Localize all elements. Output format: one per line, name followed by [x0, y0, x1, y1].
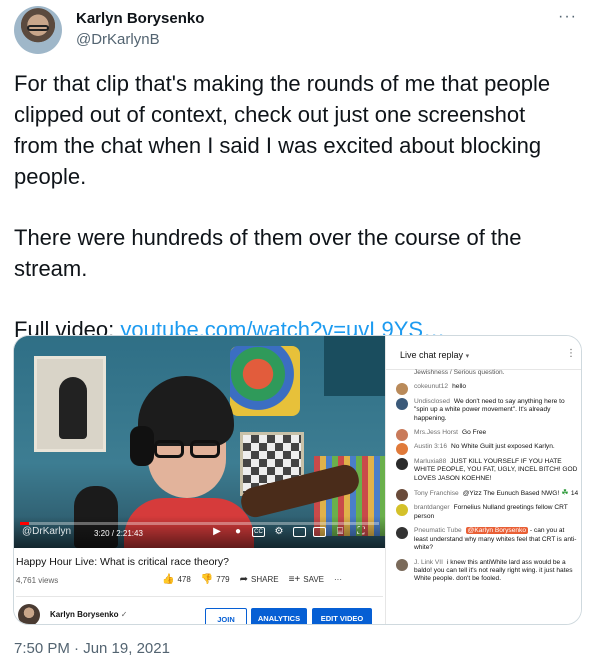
chat-avatar[interactable] [396, 558, 408, 571]
thumbs-up-icon: 👍 [162, 574, 175, 585]
chat-text: Go Free [461, 429, 487, 437]
miniplayer-icon[interactable] [293, 527, 306, 537]
chat-title[interactable]: Live chat replay ▾ [400, 350, 469, 360]
chat-message: J. Link VII i knew this antiWhite lard as… [396, 558, 580, 584]
painting-left [34, 356, 106, 452]
tweet-header: Karlyn Borysenko @DrKarlynB ··· [14, 6, 581, 56]
chat-menu-icon[interactable]: ⋮ [566, 348, 576, 359]
chat-message: brantdanger Fornelius Nulland greetings f… [396, 504, 580, 521]
channel-avatar[interactable] [18, 604, 40, 624]
view-count: 4,761 views [16, 576, 59, 585]
chat-avatar[interactable] [396, 397, 408, 410]
tweet-paragraph-1: For that clip that's making the rounds o… [14, 71, 551, 189]
play-icon[interactable]: ▶ [210, 526, 224, 538]
chat-text: No White Guilt just exposed Karlyn. [451, 443, 555, 451]
chat-avatar[interactable] [396, 527, 408, 540]
video-info: Happy Hour Live: What is critical race t… [14, 548, 385, 624]
tweet-text: For that clip that's making the rounds o… [14, 68, 574, 345]
chat-message: Pneumatic Tube @Karlyn Borysenko - can yo… [396, 527, 580, 552]
verified-icon: ✓ [120, 610, 128, 619]
settings-icon[interactable]: ⚙ [272, 526, 286, 538]
cast-icon[interactable]: ⌸ [333, 526, 347, 538]
captions-icon[interactable]: CC [252, 527, 265, 537]
chat-messages: Jewishness / Serious question. cokeunut1… [396, 369, 580, 590]
chat-avatar[interactable] [396, 383, 408, 396]
chat-author[interactable]: Undisclosed [414, 398, 450, 405]
author-avatar[interactable] [14, 6, 62, 54]
chat-author[interactable]: Pneumatic Tube [414, 527, 462, 534]
chat-avatar[interactable] [396, 457, 408, 470]
join-button[interactable]: JOIN [205, 608, 247, 624]
chat-header: Live chat replay ▾ ⋮ [386, 336, 581, 370]
author-name[interactable]: Karlyn Borysenko [76, 10, 204, 27]
like-button[interactable]: 👍 478 [162, 574, 191, 585]
chevron-down-icon: ▾ [465, 353, 470, 360]
video-progress[interactable] [20, 522, 379, 525]
edit-video-button[interactable]: EDIT VIDEO [312, 608, 372, 624]
media-attachment[interactable]: @DrKarlyn 3:20 / 2:21:43 ▶ ● CC ⚙ ⌸ ⛶ Ha… [13, 335, 582, 625]
tweet-timestamp[interactable]: 7:50 PM · Jun 19, 2021 [14, 640, 170, 657]
chat-avatar[interactable] [396, 489, 408, 502]
clover-icon: ☘ [559, 488, 571, 498]
chat-avatar[interactable] [396, 443, 408, 456]
dislike-button[interactable]: 👎 779 [201, 574, 230, 585]
chat-text: @Yizz The Eunuch Based NWG! [462, 490, 560, 498]
chat-message: Tony Franchise @Yizz The Eunuch Based NWG… [396, 488, 580, 502]
tweet-paragraph-2: There were hundreds of them over the cou… [14, 225, 522, 281]
chat-avatar[interactable] [396, 429, 408, 442]
video-title: Happy Hour Live: What is critical race t… [16, 556, 229, 568]
chat-message: Marluxia88 JUST KILL YOURSELF IF YOU HATE… [396, 457, 580, 483]
share-button[interactable]: ➦ SHARE [240, 574, 279, 585]
autoplay-icon[interactable]: ● [231, 526, 245, 538]
more-options-icon[interactable]: ··· [558, 8, 577, 26]
chat-author[interactable]: Tony Franchise [414, 490, 459, 497]
share-icon: ➦ [239, 574, 249, 585]
chat-author[interactable]: Marluxia88 [414, 458, 446, 465]
thumbs-down-icon: 👎 [200, 574, 214, 585]
video-watermark: @DrKarlyn [22, 526, 72, 537]
chat-extra: 14 [570, 490, 579, 498]
author-handle[interactable]: @DrKarlynB [76, 31, 160, 48]
chat-author[interactable]: Austin 3:16 [414, 443, 447, 450]
video-time: 3:20 / 2:21:43 [94, 529, 143, 538]
chat-author[interactable]: cokeunut12 [414, 383, 448, 390]
analytics-button[interactable]: ANALYTICS [251, 608, 307, 624]
live-chat-panel: Live chat replay ▾ ⋮ Jewishness / Seriou… [385, 336, 581, 624]
chat-author[interactable]: Mrs.Jess Horst [414, 429, 458, 436]
playlist-add-icon: ≡+ [288, 574, 301, 585]
chat-author[interactable]: brantdanger [414, 504, 450, 511]
chat-author[interactable]: J. Link VII [414, 559, 443, 566]
chat-text: hello [452, 383, 467, 391]
video-frame[interactable]: @DrKarlyn 3:20 / 2:21:43 ▶ ● CC ⚙ ⌸ ⛶ [14, 336, 385, 548]
chat-avatar[interactable] [396, 504, 408, 517]
fullscreen-icon[interactable]: ⛶ [354, 526, 368, 538]
chat-message: cokeunut12 hello [396, 383, 580, 396]
chat-message: Mrs.Jess Horst Go Free [396, 429, 580, 442]
chat-message: Undisclosed We don't need to say anything… [396, 397, 580, 423]
chat-message-cut: Jewishness / Serious question. [414, 369, 505, 376]
theater-icon[interactable] [313, 527, 326, 537]
save-button[interactable]: ≡+ SAVE [289, 574, 324, 585]
chat-mention: @Karlyn Borysenko [465, 527, 529, 535]
chat-message: Austin 3:16 No White Guilt just exposed K… [396, 443, 580, 456]
channel-name[interactable]: Karlyn Borysenko ✓ [50, 610, 127, 619]
video-more-button[interactable]: ··· [334, 575, 342, 584]
